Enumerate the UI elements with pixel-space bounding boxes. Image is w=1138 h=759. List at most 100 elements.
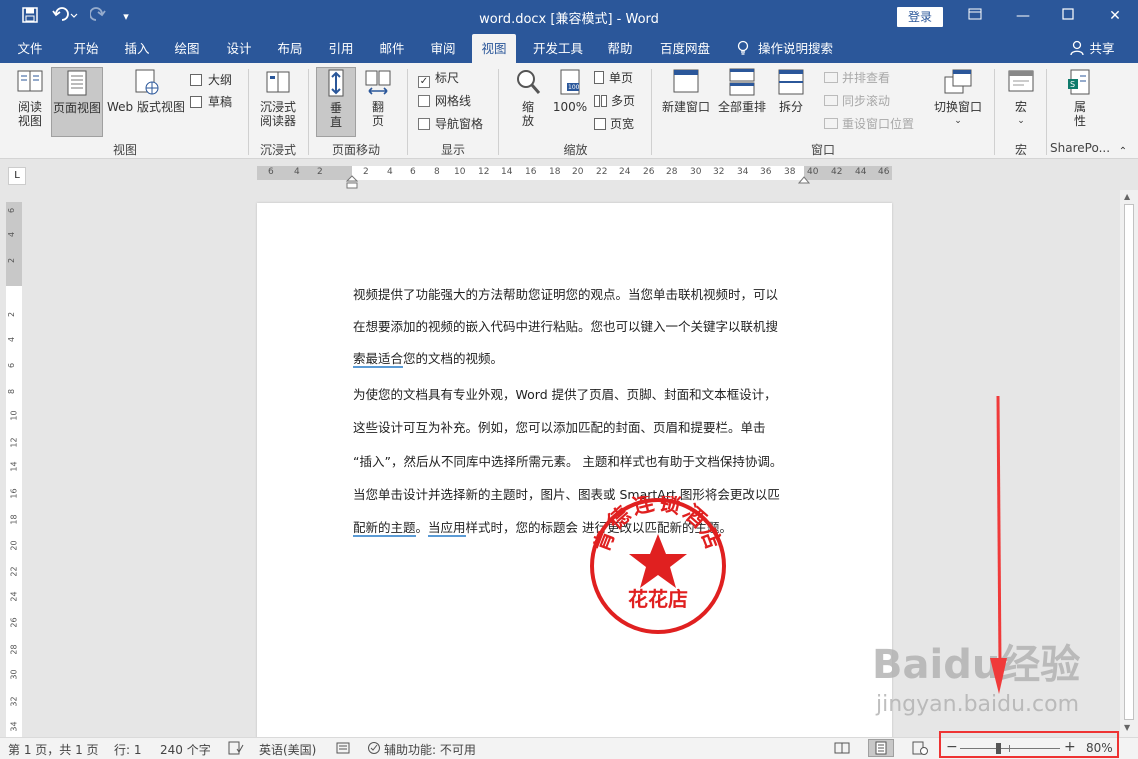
- ruler-tick-label: 2: [317, 167, 323, 177]
- ruler-tick-label: 22: [9, 566, 19, 577]
- vertical-ruler[interactable]: 6 4 2 2 4 6 8 10 12 14 16 18 20 22 24 26 28 30 32 34: [6, 202, 22, 737]
- text-line[interactable]: “插入”，然后从不同库中选择所需元素。 主题和样式也有助于文档保持协调。: [353, 454, 782, 470]
- scroll-up-icon[interactable]: ▲: [1124, 192, 1130, 201]
- gridlines-checkbox[interactable]: 网格线: [418, 92, 471, 110]
- switch-window-button[interactable]: 切换窗口 ⌄: [930, 67, 986, 137]
- proofing-icon[interactable]: [228, 741, 244, 758]
- tab-review[interactable]: 审阅: [423, 34, 463, 63]
- zoom-out-button[interactable]: −: [946, 739, 958, 755]
- read-mode-button[interactable]: 阅读 视图: [10, 67, 50, 137]
- chevron-down-icon: ⌄: [1017, 116, 1025, 126]
- arrange-all-button[interactable]: 全部重排: [714, 67, 770, 137]
- language[interactable]: 英语(美国): [259, 741, 316, 758]
- web-layout-icon: [135, 69, 159, 95]
- zoom-in-button[interactable]: +: [1064, 739, 1076, 755]
- indent-marker-icon[interactable]: [345, 175, 359, 189]
- multi-page-button[interactable]: 多页: [594, 92, 635, 110]
- text-line[interactable]: 在想要添加的视频的嵌入代码中进行粘贴。您也可以键入一个关键字以联机搜: [353, 319, 778, 335]
- print-layout-status-icon[interactable]: [868, 739, 894, 757]
- tab-home[interactable]: 开始: [66, 34, 106, 63]
- read-mode-icon: [17, 70, 43, 92]
- zoom-button[interactable]: 缩 放: [508, 67, 548, 137]
- text-line[interactable]: 索最适合您的文档的视频。: [353, 351, 503, 368]
- reset-window-button[interactable]: 重设窗口位置: [824, 115, 914, 133]
- tell-me-search[interactable]: 操作说明搜索: [758, 34, 868, 63]
- tab-insert[interactable]: 插入: [117, 34, 157, 63]
- ruler-tick-label: 28: [666, 167, 678, 177]
- tab-mailings[interactable]: 邮件: [372, 34, 412, 63]
- collapse-ribbon-icon[interactable]: ⌃: [1116, 145, 1130, 159]
- new-window-button[interactable]: 新建窗口: [658, 67, 714, 137]
- immersive-reader-icon: [266, 71, 290, 93]
- web-layout-button[interactable]: Web 版式视图: [105, 67, 187, 137]
- print-layout-button[interactable]: 页面视图: [51, 67, 103, 137]
- draft-label: 草稿: [208, 95, 233, 109]
- tab-selector-icon[interactable]: L: [8, 167, 26, 185]
- text-line[interactable]: 视频提供了功能强大的方法帮助您证明您的观点。当您单击联机视频时，可以: [353, 287, 778, 303]
- read-mode-status-icon[interactable]: [834, 741, 850, 758]
- tab-help[interactable]: 帮助: [600, 34, 640, 63]
- ruler-tick-label: 2: [7, 257, 17, 264]
- company-seal-stamp[interactable]: 肯德连锁酒店 花花店: [588, 489, 728, 636]
- ruler-tick-label: 6: [268, 167, 274, 177]
- tab-references[interactable]: 引用: [321, 34, 361, 63]
- maximize-icon[interactable]: [1056, 6, 1080, 26]
- text-line[interactable]: 为使您的文档具有专业外观，Word 提供了页眉、页脚、封面和文本框设计，: [353, 387, 777, 403]
- minimize-icon[interactable]: —: [1011, 6, 1035, 26]
- line-number[interactable]: 行: 1: [114, 741, 142, 758]
- macro-record-icon[interactable]: [336, 741, 350, 758]
- word-count[interactable]: 240 个字: [160, 741, 211, 758]
- nav-pane-checkbox[interactable]: 导航窗格: [418, 115, 483, 133]
- side-by-side-button[interactable]: 并排查看: [824, 69, 890, 87]
- tab-draw[interactable]: 绘图: [167, 34, 207, 63]
- draft-button[interactable]: 草稿: [190, 93, 232, 111]
- zoom-100-icon: 100: [560, 69, 580, 95]
- immersive-reader-button[interactable]: 沉浸式 阅读器: [254, 67, 302, 137]
- split-button[interactable]: 拆分: [772, 67, 810, 137]
- accessibility-icon[interactable]: [367, 741, 383, 758]
- web-layout-label: Web 版式视图: [107, 100, 185, 114]
- zoom-level[interactable]: 80%: [1086, 741, 1113, 755]
- ruler-tick-label: 38: [784, 167, 796, 177]
- ruler-top-margin: [6, 202, 22, 286]
- outline-button[interactable]: 大纲: [190, 71, 232, 89]
- accessibility-status[interactable]: 辅助功能: 不可用: [384, 741, 476, 758]
- tab-baidu-netdisk[interactable]: 百度网盘: [653, 34, 717, 63]
- properties-button[interactable]: S 属 性: [1058, 67, 1102, 137]
- ribbon-display-options-icon[interactable]: [963, 6, 987, 26]
- zoom-slider[interactable]: [960, 748, 1060, 749]
- macros-button[interactable]: 宏 ⌄: [1002, 67, 1040, 137]
- close-icon[interactable]: ✕: [1103, 6, 1127, 26]
- ruler-tick-label: 34: [9, 721, 19, 732]
- spellcheck-underline: 当应用: [428, 520, 466, 537]
- tab-layout[interactable]: 布局: [270, 34, 310, 63]
- zoom-slider-thumb[interactable]: [996, 743, 1001, 754]
- arrange-all-icon: [729, 68, 755, 96]
- one-page-button[interactable]: 单页: [594, 69, 633, 87]
- login-button[interactable]: 登录: [897, 7, 943, 27]
- tab-design[interactable]: 设计: [219, 34, 259, 63]
- tab-view[interactable]: 视图: [472, 34, 516, 63]
- text-line[interactable]: 这些设计可互为补充。例如，您可以添加匹配的封面、页眉和提要栏。单击: [353, 420, 766, 436]
- sync-scroll-button[interactable]: 同步滚动: [824, 92, 890, 110]
- tab-developer[interactable]: 开发工具: [528, 34, 588, 63]
- page-count[interactable]: 第 1 页，共 1 页: [8, 741, 99, 758]
- group-zoom-label: 缩放: [563, 143, 588, 157]
- ruler-tick-label: 6: [7, 362, 17, 369]
- right-indent-marker-icon[interactable]: [797, 173, 811, 184]
- nav-pane-label: 导航窗格: [435, 117, 484, 131]
- document-page[interactable]: 视频提供了功能强大的方法帮助您证明您的观点。当您单击联机视频时，可以 在想要添加…: [257, 203, 892, 743]
- scroll-thumb[interactable]: [1124, 204, 1134, 720]
- zoom-100-button[interactable]: 100 100%: [551, 67, 589, 137]
- vertical-scrollbar[interactable]: ▲ ▼: [1120, 190, 1138, 737]
- multi-page-icon-part: [601, 95, 607, 107]
- switch-window-label: 切换窗口: [933, 100, 982, 114]
- web-layout-status-icon[interactable]: [912, 741, 928, 758]
- vertical-button[interactable]: 垂 直: [316, 67, 356, 137]
- page-width-button[interactable]: 页宽: [594, 115, 634, 133]
- ruler-checkbox[interactable]: ✓ 标尺: [418, 69, 459, 88]
- scroll-down-icon[interactable]: ▼: [1124, 723, 1130, 732]
- share-button[interactable]: 共享: [1087, 34, 1117, 63]
- side-to-side-button[interactable]: 翻 页: [360, 67, 396, 137]
- tab-file[interactable]: 文件: [12, 34, 48, 63]
